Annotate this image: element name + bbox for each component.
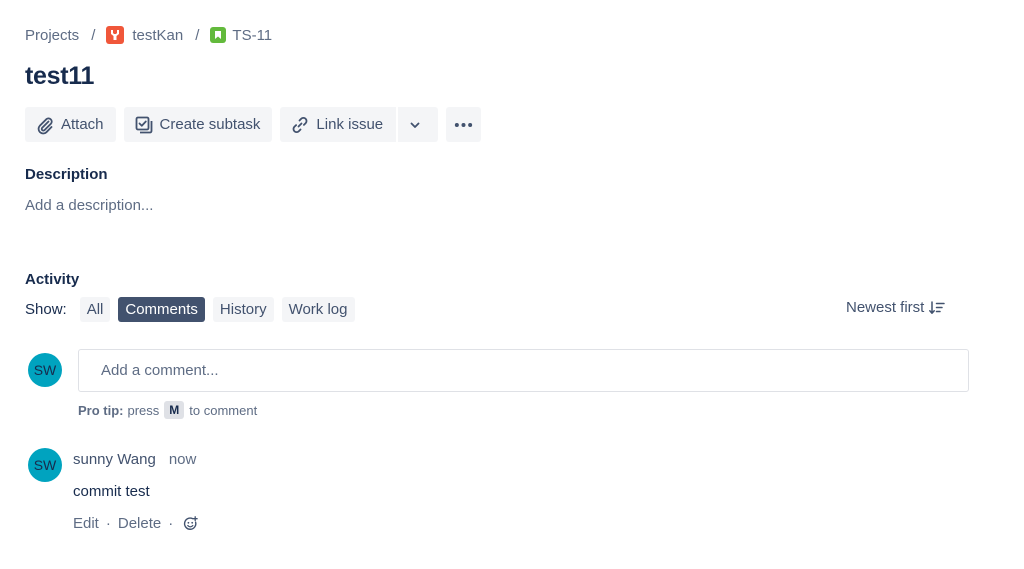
more-actions-button[interactable] <box>446 107 482 142</box>
filter-work-log[interactable]: Work log <box>281 297 355 322</box>
action-separator: · <box>168 515 174 532</box>
link-issue-button[interactable]: Link issue <box>280 107 397 142</box>
filter-history[interactable]: History <box>212 297 274 322</box>
issue-toolbar: Attach Create subtask Link issue <box>25 107 489 142</box>
sort-descending-icon <box>929 300 946 314</box>
activity-heading: Activity <box>25 271 80 288</box>
pro-tip-suffix: to comment <box>189 402 258 418</box>
link-issue-dropdown-button[interactable] <box>396 107 439 142</box>
description-heading: Description <box>25 166 108 183</box>
breadcrumb: Projects / testKan / TS-11 <box>25 24 272 46</box>
issue-title[interactable]: test11 <box>25 62 94 91</box>
attach-label: Attach <box>61 116 104 133</box>
breadcrumb-separator: / <box>91 26 96 44</box>
breadcrumb-project[interactable]: testKan <box>132 27 183 44</box>
paperclip-icon <box>37 117 53 134</box>
comment-header: sunny Wang now <box>73 451 196 468</box>
story-bookmark-icon <box>210 27 227 43</box>
breadcrumb-projects[interactable]: Projects <box>25 27 79 44</box>
link-icon <box>293 116 308 133</box>
add-reaction-button[interactable] <box>183 515 199 532</box>
sort-order-button[interactable]: Newest first <box>846 299 946 316</box>
delete-comment-button[interactable]: Delete <box>118 515 161 532</box>
description-field[interactable]: Add a description... <box>25 197 153 214</box>
create-subtask-button[interactable]: Create subtask <box>123 107 273 142</box>
edit-comment-button[interactable]: Edit <box>73 515 99 532</box>
comment-actions: Edit · Delete · <box>73 515 199 532</box>
issue-view: Projects / testKan / TS-11 test11 Attach <box>0 0 1024 569</box>
add-reaction-icon <box>184 515 198 530</box>
activity-filter-bar: Show: All Comments History Work log <box>25 297 363 322</box>
comment-author-avatar[interactable]: SW <box>28 448 62 482</box>
comment-body: commit test <box>73 483 150 500</box>
subtask-icon <box>135 116 152 133</box>
pro-tip: Pro tip: press M to comment <box>78 401 257 419</box>
sort-label: Newest first <box>846 299 925 316</box>
add-comment-input[interactable]: Add a comment... <box>78 349 969 392</box>
comment-author[interactable]: sunny Wang <box>73 451 156 468</box>
attach-button[interactable]: Attach <box>25 107 116 142</box>
breadcrumb-issue-key[interactable]: TS-11 <box>232 27 272 44</box>
filter-comments[interactable]: Comments <box>118 297 205 322</box>
comment-timestamp[interactable]: now <box>169 451 197 468</box>
keyboard-shortcut-key: M <box>164 401 185 419</box>
breadcrumb-separator: / <box>195 26 200 44</box>
pro-tip-label: Pro tip: <box>78 402 124 418</box>
pro-tip-press: press <box>127 402 160 418</box>
link-issue-label: Link issue <box>316 116 384 133</box>
current-user-avatar[interactable]: SW <box>28 353 62 387</box>
show-label: Show: <box>25 301 67 318</box>
filter-all[interactable]: All <box>79 297 111 322</box>
create-subtask-label: Create subtask <box>159 116 261 133</box>
more-dots-icon <box>454 122 473 127</box>
project-wrench-icon <box>106 26 125 44</box>
chevron-down-icon <box>410 122 420 128</box>
action-separator: · <box>105 515 111 532</box>
